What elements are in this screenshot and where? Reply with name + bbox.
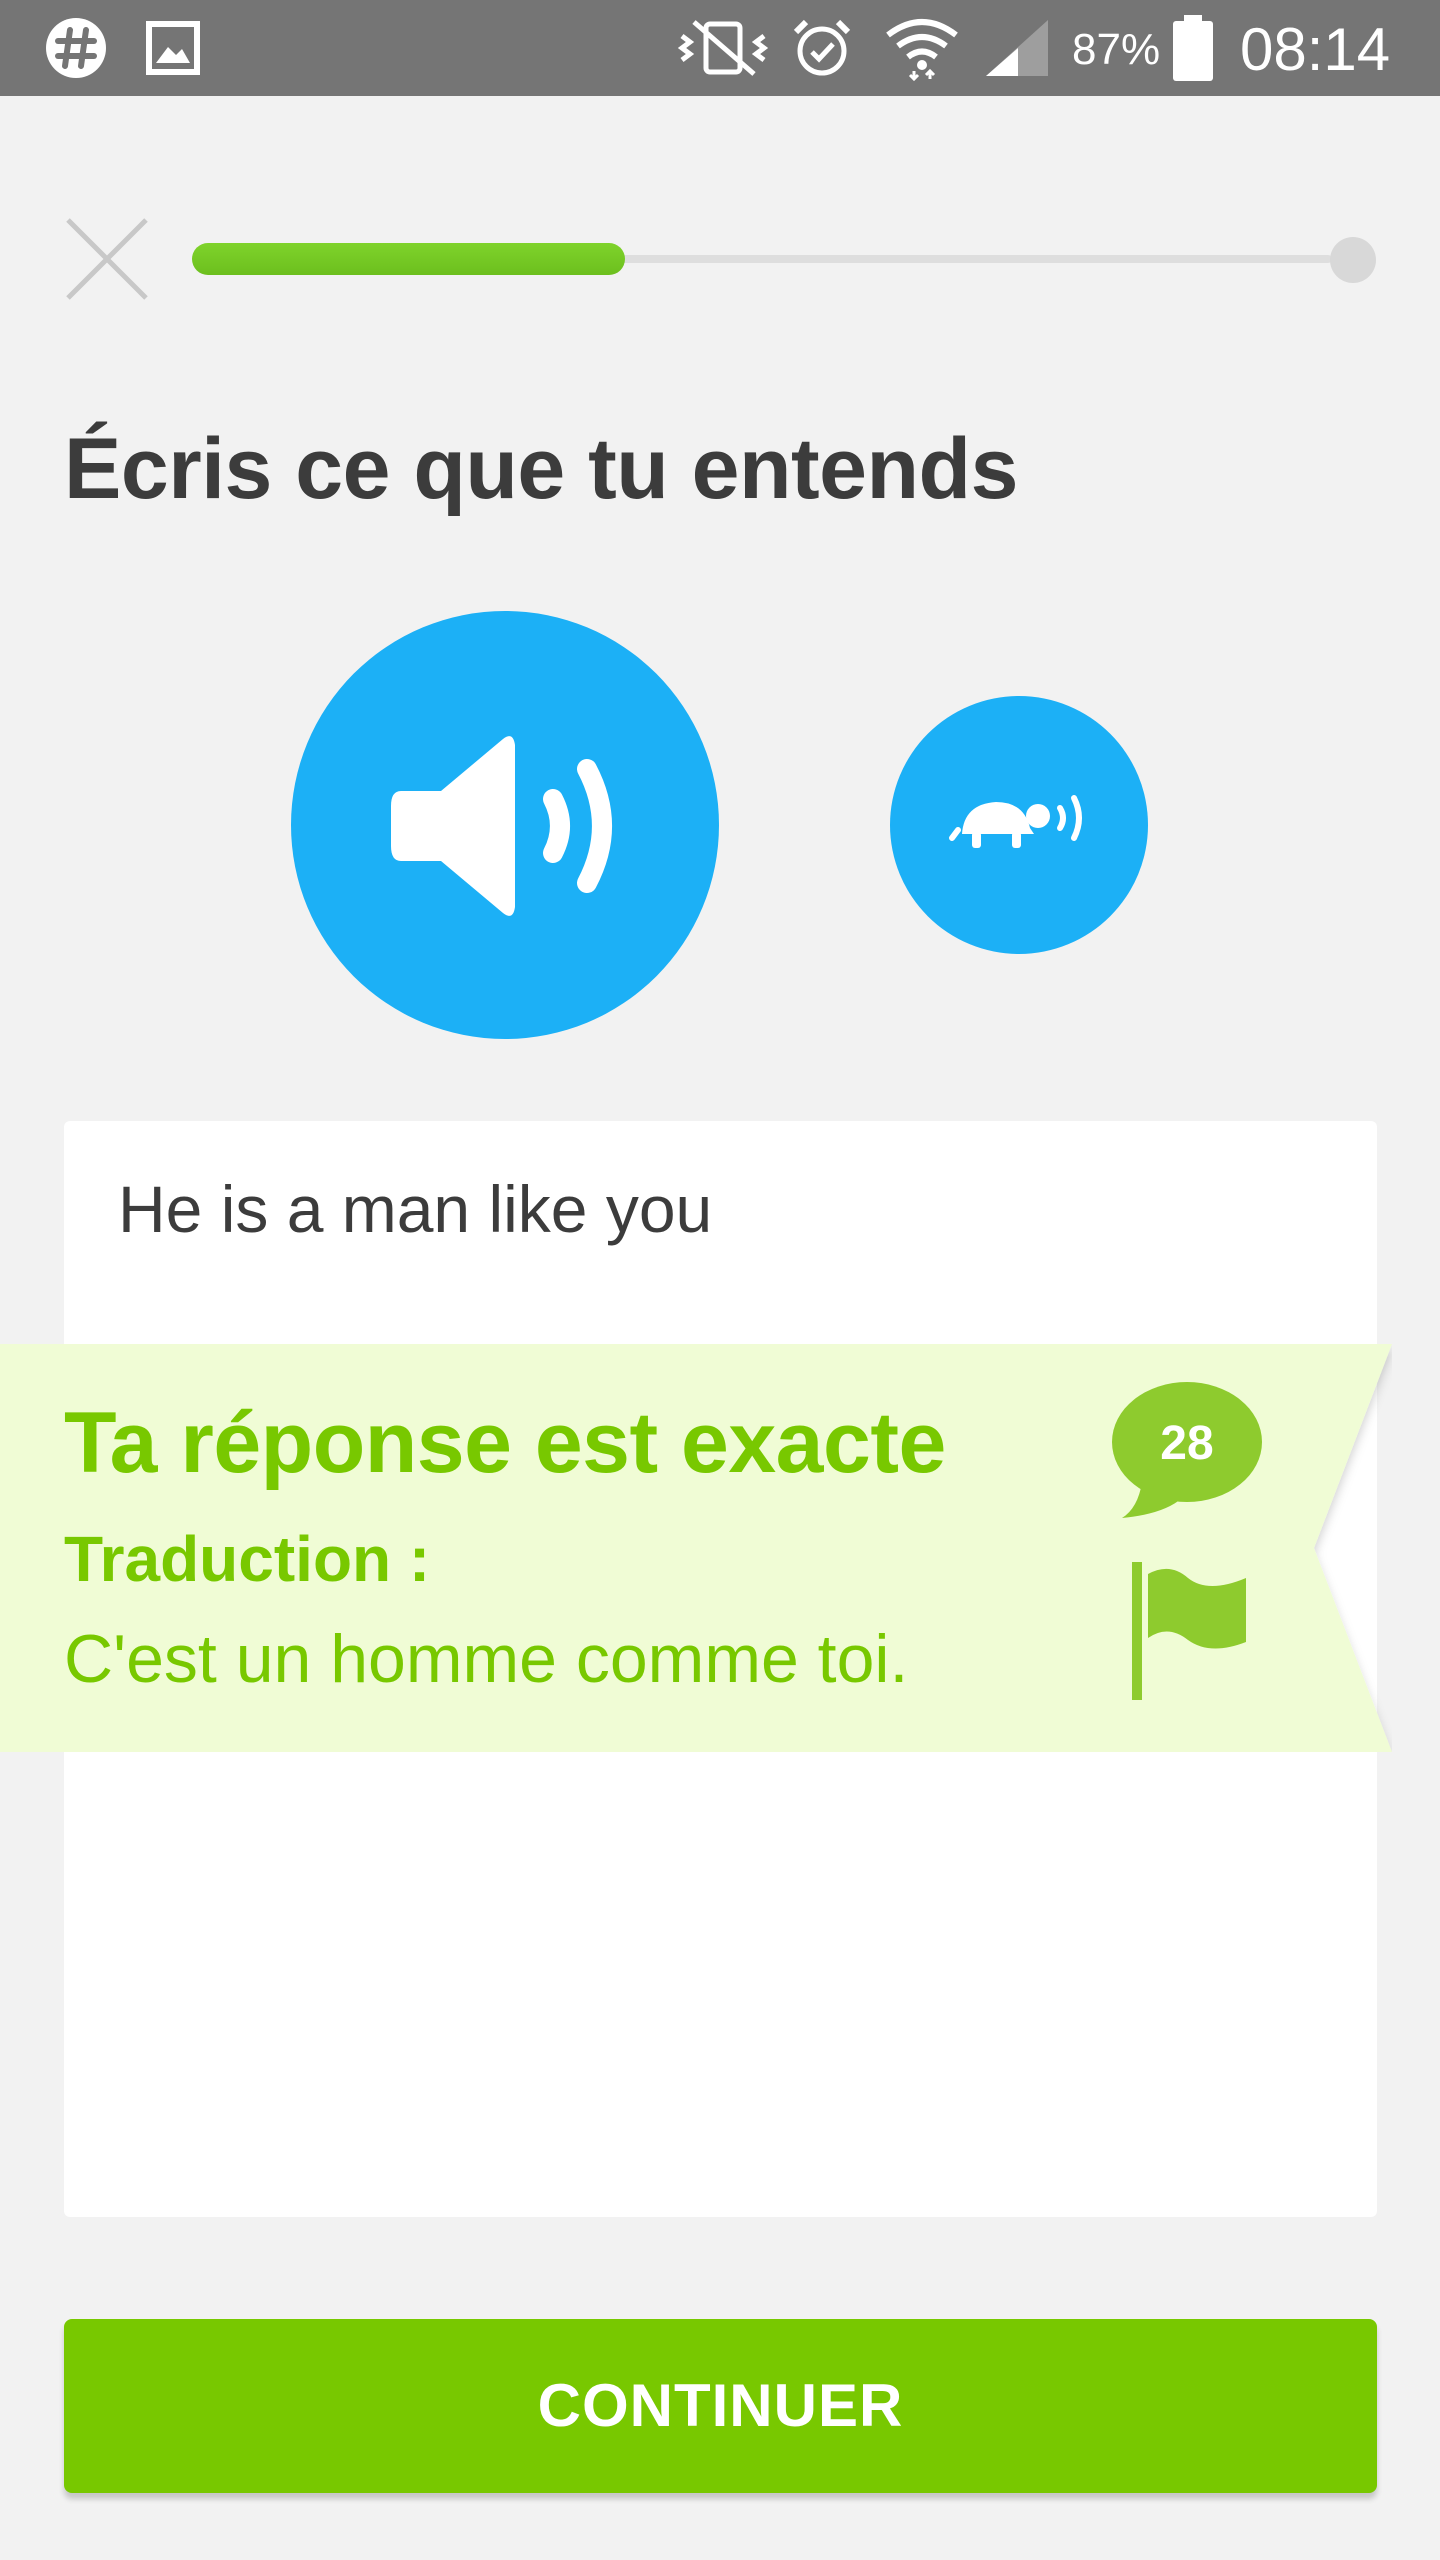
- play-slow-audio-button[interactable]: [890, 696, 1148, 954]
- close-icon: [66, 218, 148, 300]
- report-button[interactable]: [1126, 1562, 1256, 1702]
- correct-answer-banner: Ta réponse est exacte Traduction : C'est…: [0, 1344, 1392, 1752]
- mute-vibrate-icon: [676, 18, 772, 78]
- status-time: 08:14: [1240, 16, 1391, 83]
- feedback-title: Ta réponse est exacte: [64, 1395, 946, 1491]
- gallery-icon: [146, 18, 200, 78]
- flag-icon: [1132, 1562, 1246, 1700]
- turtle-icon: [949, 795, 1082, 848]
- lesson-progress-bar: [192, 243, 1332, 275]
- slack-icon: [44, 18, 108, 78]
- speaker-icon: [391, 736, 612, 916]
- comments-button[interactable]: 28: [1112, 1380, 1272, 1530]
- close-button[interactable]: [62, 214, 152, 304]
- progress-end-dot: [1330, 237, 1376, 283]
- translation-label: Traduction :: [64, 1523, 431, 1595]
- translation-text: C'est un homme comme toi.: [64, 1621, 909, 1697]
- alarm-icon: [792, 18, 852, 78]
- cell-signal-icon: [982, 18, 1052, 78]
- battery-percent: 87%: [1072, 25, 1161, 74]
- battery-icon: [1172, 15, 1214, 81]
- answer-text: He is a man like you: [118, 1172, 713, 1246]
- continue-button[interactable]: CONTINUER: [64, 2319, 1377, 2493]
- status-bar: 87% 08:14: [0, 0, 1440, 96]
- wifi-icon: [884, 18, 960, 81]
- challenge-prompt: Écris ce que tu entends: [64, 421, 1018, 517]
- play-audio-button[interactable]: [291, 611, 719, 1039]
- comment-count: 28: [1160, 1417, 1214, 1470]
- progress-fill: [192, 243, 626, 275]
